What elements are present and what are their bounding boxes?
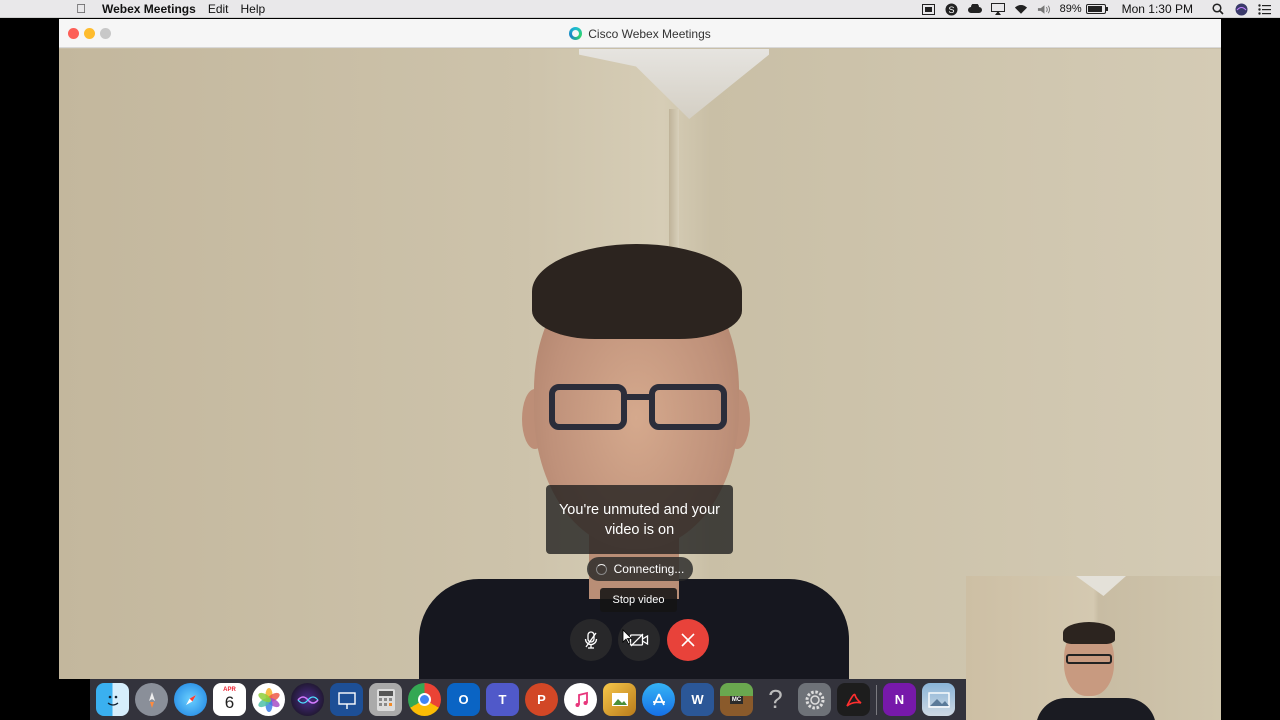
app-store-icon[interactable] [642,683,675,716]
menu-help[interactable]: Help [241,2,266,16]
safari-icon[interactable] [174,683,207,716]
screen-mirror-icon[interactable] [922,3,936,15]
dock-separator [876,684,877,715]
dock: APR 6 O T P W MC ? N [90,679,966,720]
airplay-icon[interactable] [990,3,1005,15]
skype-icon[interactable]: S [945,3,959,15]
outlook-icon[interactable]: O [447,683,480,716]
menu-app-name[interactable]: Webex Meetings [102,2,196,16]
battery-icon[interactable] [1085,4,1108,14]
creative-cloud-icon[interactable] [967,3,982,15]
onenote-icon[interactable]: N [883,683,916,716]
finder-icon[interactable] [96,683,129,716]
self-view-video[interactable] [966,576,1221,720]
connecting-label: Connecting... [613,562,685,576]
menu-clock[interactable]: Mon 1:30 PM [1122,2,1193,16]
mute-button[interactable] [570,619,612,661]
microphone-icon [584,631,598,649]
spotlight-icon[interactable] [1211,3,1225,15]
itunes-icon[interactable] [564,683,597,716]
menu-edit[interactable]: Edit [208,2,229,16]
notification-center-icon[interactable] [1257,3,1271,15]
calculator-icon[interactable] [369,683,402,716]
chrome-icon[interactable] [408,683,441,716]
battery-fill [1087,6,1102,12]
calendar-icon[interactable]: APR 6 [213,683,246,716]
siri-icon[interactable] [1234,3,1248,15]
spinner-icon [595,563,607,575]
launchpad-icon[interactable] [135,683,168,716]
menu-bar-status: S 89% Mon 1:30 PM [922,0,1280,18]
meeting-controls [570,619,710,661]
photos-icon[interactable] [252,683,285,716]
system-preferences-icon[interactable] [798,683,831,716]
battery-percent: 89% [1059,3,1082,15]
svg-text:S: S [949,5,955,15]
window-title: Cisco Webex Meetings [588,26,711,41]
photo-browser-icon[interactable] [922,683,955,716]
powerpoint-icon[interactable]: P [525,683,558,716]
preview-icon[interactable] [603,683,636,716]
webex-logo-icon [569,27,583,40]
acrobat-icon[interactable] [837,683,870,716]
window-title-area: Cisco Webex Meetings [59,19,1221,48]
volume-icon[interactable] [1037,3,1051,15]
apple-icon[interactable]:  [72,1,90,16]
wifi-icon[interactable] [1014,3,1028,15]
close-icon [681,633,695,647]
end-meeting-button[interactable] [667,619,709,661]
desktop-edge [0,679,90,720]
window-titlebar[interactable]: Cisco Webex Meetings [59,19,1221,48]
participant-figure [419,239,849,679]
minecraft-icon[interactable]: MC [720,683,753,716]
status-notice: You're unmuted and your video is on [546,485,733,554]
help-icon[interactable]: ? [759,683,792,716]
stop-video-tooltip: Stop video [600,588,677,612]
mouse-cursor-icon [622,629,633,645]
word-icon[interactable]: W [681,683,714,716]
connecting-pill: Connecting... [587,557,693,581]
menu-bar:  Webex Meetings Edit Help S 89% Mon 1:3… [0,0,1280,18]
calendar-day: 6 [224,693,235,712]
keynote-icon[interactable] [330,683,363,716]
teams-icon[interactable]: T [486,683,519,716]
siri-dock-icon[interactable] [291,683,324,716]
participant-glasses [549,384,729,434]
